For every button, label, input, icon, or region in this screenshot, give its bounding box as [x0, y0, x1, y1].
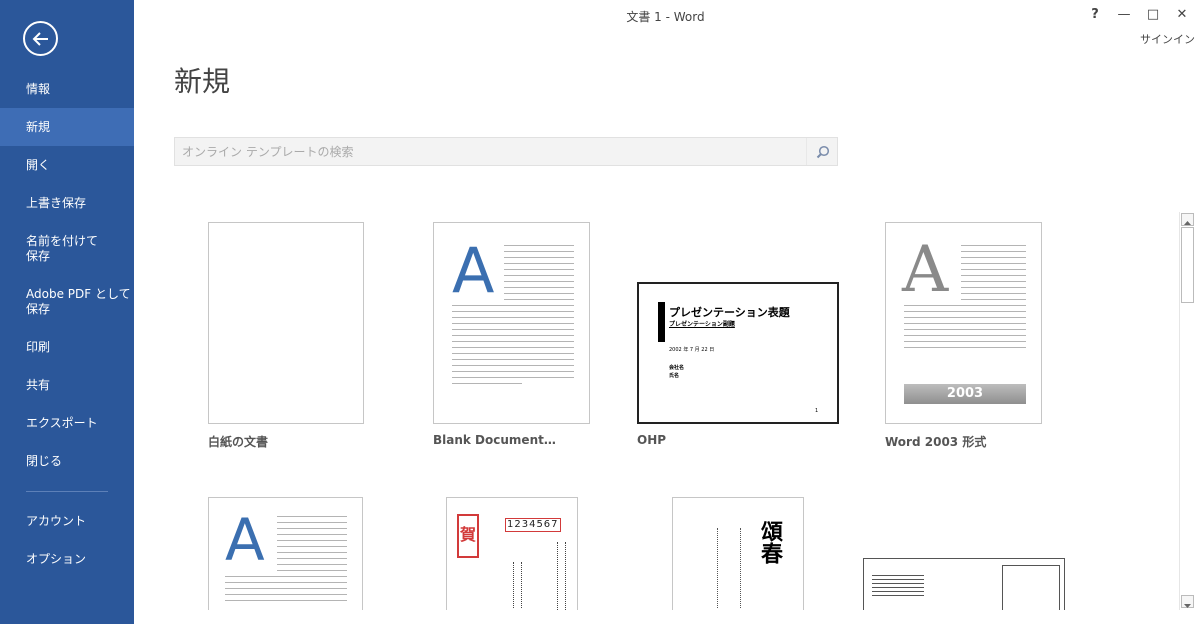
nav-save-as[interactable]: 名前を付けて 保存: [0, 233, 134, 265]
search-input[interactable]: [175, 138, 807, 165]
triangle-down-icon: [1184, 604, 1191, 608]
scroll-up-button[interactable]: [1181, 213, 1194, 226]
nav-label: Adobe PDF として 保存: [26, 287, 131, 316]
address-lines: [717, 528, 741, 608]
help-button[interactable]: ?: [1087, 6, 1103, 24]
postcard-stamp: 賀: [457, 514, 479, 558]
inner-panel: [1002, 565, 1060, 610]
nav-label: 新規: [26, 119, 51, 134]
slide-subtitle: プレゼンテーション副題: [669, 321, 735, 328]
template-letter: A: [452, 234, 495, 307]
nav-export[interactable]: エクスポート: [0, 414, 134, 432]
template-thumbnail: [863, 558, 1065, 610]
template-thumbnail: A: [433, 222, 590, 424]
nav-label: オプション: [26, 551, 87, 566]
text-lines-graphic: [872, 575, 924, 599]
page-title: 新規: [174, 65, 231, 98]
nav-label: 閉じる: [26, 453, 63, 468]
window-title: 文書 1 - Word: [626, 10, 705, 24]
slide-date: 2002 年 7 月 22 日: [669, 347, 715, 353]
text-lines-graphic: [452, 305, 574, 389]
template-label: Word 2003 形式: [885, 435, 987, 449]
address-lines: [513, 562, 522, 608]
search-icon: [816, 145, 830, 159]
template-label: OHP: [637, 433, 667, 447]
close-button[interactable]: ✕: [1174, 6, 1190, 24]
signin-link[interactable]: サインイン: [1140, 31, 1195, 47]
template-thumbnail: 頌春: [672, 497, 804, 610]
text-lines-graphic: [277, 516, 347, 576]
template-letter: A: [902, 233, 949, 307]
vertical-scrollbar[interactable]: [1179, 212, 1195, 610]
template-letter: A: [225, 506, 265, 574]
minimize-button[interactable]: —: [1116, 6, 1132, 24]
nav-divider: [26, 491, 108, 492]
nav-save[interactable]: 上書き保存: [0, 194, 134, 212]
nav-options[interactable]: オプション: [0, 550, 134, 568]
nav-label: エクスポート: [26, 415, 98, 430]
nav-label: 共有: [26, 377, 51, 392]
scroll-thumb[interactable]: [1181, 227, 1194, 303]
nav-label: 印刷: [26, 339, 51, 354]
template-thumbnail: A 2003: [885, 222, 1042, 424]
template-label: Blank Document…: [433, 433, 556, 447]
template-thumbnail: [208, 222, 364, 424]
search-button[interactable]: [806, 138, 837, 165]
nav-account[interactable]: アカウント: [0, 512, 134, 530]
nav-new[interactable]: 新規: [0, 108, 134, 146]
postal-code-boxes: 1234567: [505, 518, 561, 532]
slide-page-number: 1: [815, 408, 819, 414]
nav-label: 開く: [26, 157, 51, 172]
slide-company: 会社名: [669, 365, 685, 371]
nav-save-as-pdf[interactable]: Adobe PDF として 保存: [0, 286, 134, 318]
slide-title: プレゼンテーション表題: [669, 306, 790, 319]
greeting-calligraphy: 頌春: [757, 520, 782, 564]
text-lines-graphic: [225, 576, 347, 606]
nav-close[interactable]: 閉じる: [0, 452, 134, 470]
address-lines: [557, 542, 566, 610]
template-label: 白紙の文書: [208, 435, 269, 449]
nav-open[interactable]: 開く: [0, 156, 134, 174]
back-arrow-icon: [32, 32, 48, 46]
template-thumbnail: A: [208, 497, 363, 610]
maximize-button[interactable]: □: [1145, 6, 1161, 24]
template-thumbnail: 賀 1234567: [446, 497, 578, 610]
nav-share[interactable]: 共有: [0, 376, 134, 394]
back-button[interactable]: [23, 21, 58, 56]
backstage-sidebar: 情報 新規 開く 上書き保存 名前を付けて 保存 Adobe PDF として 保…: [0, 0, 134, 624]
version-badge: 2003: [904, 384, 1026, 404]
nav-print[interactable]: 印刷: [0, 338, 134, 356]
text-lines-graphic: [904, 305, 1026, 353]
template-search: [174, 137, 838, 166]
slide-name: 氏名: [669, 373, 680, 379]
nav-label: アカウント: [26, 513, 87, 528]
text-lines-graphic: [961, 245, 1026, 305]
scroll-down-button[interactable]: [1181, 595, 1194, 608]
nav-label: 情報: [26, 81, 51, 96]
nav-label: 上書き保存: [26, 195, 87, 210]
nav-info[interactable]: 情報: [0, 80, 134, 98]
text-lines-graphic: [504, 245, 574, 305]
template-thumbnail: プレゼンテーション表題 プレゼンテーション副題 2002 年 7 月 22 日 …: [637, 282, 839, 424]
nav-label: 名前を付けて 保存: [26, 234, 99, 263]
slide-accent-bar: [658, 302, 665, 342]
